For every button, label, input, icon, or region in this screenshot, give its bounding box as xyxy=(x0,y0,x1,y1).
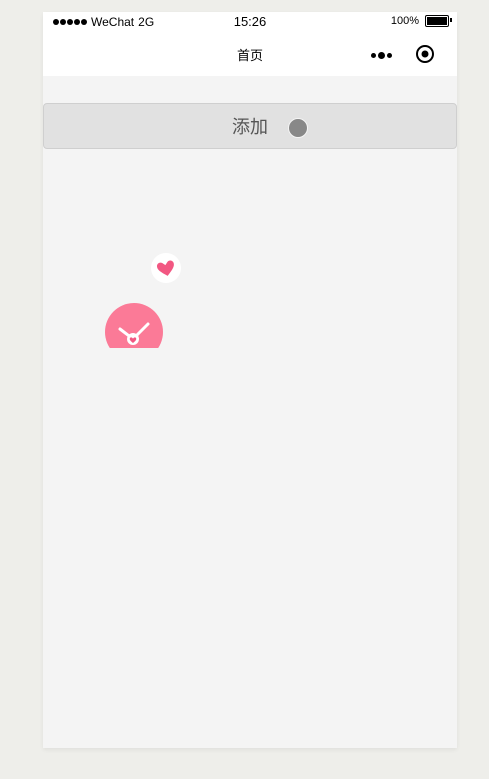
add-button[interactable]: 添加 xyxy=(43,103,457,149)
status-right: 100% xyxy=(390,15,452,27)
phone-screen: WeChat 2G 15:26 100% 首页 添加 xyxy=(43,12,457,748)
touch-cursor-indicator xyxy=(288,118,308,138)
page-title: 首页 xyxy=(236,48,263,63)
heart-bubble[interactable] xyxy=(151,253,181,283)
clock-heart-icon[interactable] xyxy=(105,302,163,348)
status-bar: WeChat 2G 15:26 100% xyxy=(43,12,457,32)
battery-percent: 100% xyxy=(390,15,419,27)
heart-icon xyxy=(156,260,174,276)
navigation-bar: 首页 xyxy=(43,32,457,76)
battery-icon xyxy=(425,15,452,27)
more-dots-icon[interactable] xyxy=(371,52,392,59)
add-button-label: 添加 xyxy=(232,117,268,137)
target-circle-icon[interactable] xyxy=(415,44,435,64)
